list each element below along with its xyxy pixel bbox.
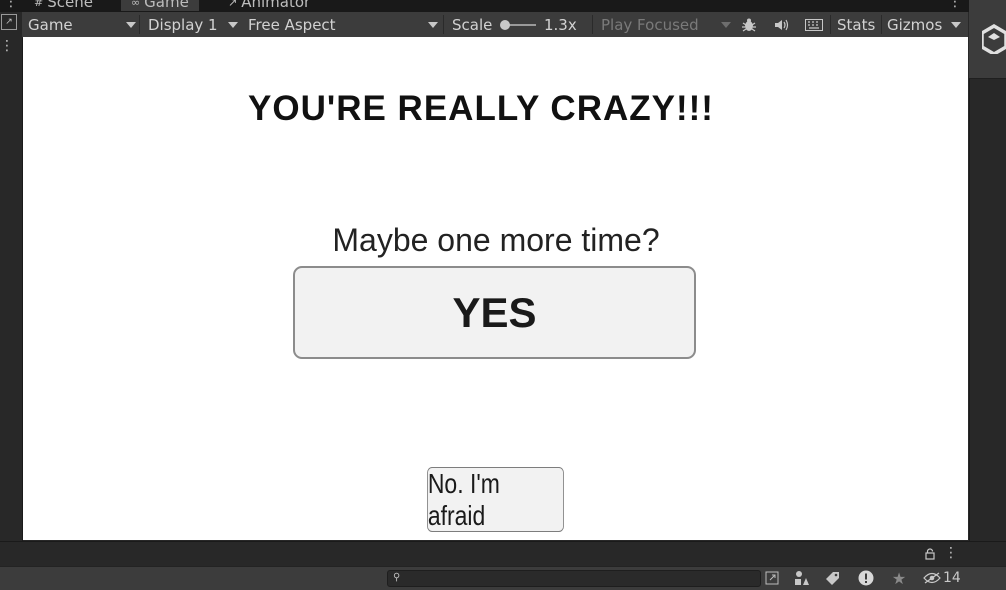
scale-slider[interactable] [500, 20, 537, 30]
aspect-label: Free Aspect [248, 15, 336, 34]
maximize-icon[interactable]: ↗ [1, 14, 17, 30]
aspect-dropdown[interactable]: Free Aspect [248, 12, 438, 37]
search-icon: ⚲ [393, 572, 401, 583]
gamepad-icon: ∞ [131, 0, 141, 9]
tab-menu-icon[interactable]: ⋮ [4, 0, 18, 10]
left-gutter: ↗ ⋮ [0, 12, 23, 541]
kebab-menu-icon[interactable]: ⋮ [0, 38, 14, 54]
gizmos-label: Gizmos [887, 15, 943, 34]
toolbar-divider [830, 15, 831, 34]
no-button[interactable]: No. I'm afraid [427, 467, 564, 532]
stats-button[interactable]: Stats [837, 12, 875, 37]
toolbar-divider [139, 15, 140, 34]
project-toolbar: ⚲ ★ 14 [0, 566, 1006, 590]
play-mode-label: Play Focused [601, 15, 699, 34]
label-tag-icon[interactable] [824, 569, 842, 587]
game-viewport[interactable]: YOU'RE REALLY CRAZY!!! Maybe one more ti… [23, 37, 968, 540]
scale-label: Scale [452, 15, 493, 34]
tab-game[interactable]: ∞ Game [121, 0, 199, 11]
warning-circle-icon[interactable] [857, 569, 875, 587]
display-label: Display 1 [148, 15, 218, 34]
tab-scene-label: Scene [47, 0, 93, 11]
lock-icon[interactable] [921, 545, 939, 563]
chevron-down-icon [721, 21, 731, 28]
animator-icon: ↗ [228, 0, 238, 9]
tab-animator-label: Animator [241, 0, 311, 11]
filter-by-type-icon[interactable] [793, 569, 811, 587]
game-toolbar: Game Display 1 Free Aspect Scale 1.3x Pl… [22, 12, 968, 38]
chevron-down-icon [228, 21, 238, 28]
editor-tab-strip: ⋮ # Scene ∞ Game ↗ Animator ⋮ [0, 0, 1006, 12]
tab-animator[interactable]: ↗ Animator [228, 0, 310, 11]
hidden-objects-toggle[interactable]: 14 [923, 569, 967, 587]
mode-label: Game [28, 15, 73, 34]
open-external-icon[interactable] [763, 569, 781, 587]
chevron-down-icon [126, 21, 136, 28]
chevron-down-icon [428, 21, 438, 28]
search-field[interactable]: ⚲ [387, 570, 761, 587]
mute-audio-icon[interactable] [770, 12, 792, 37]
favorite-star-icon[interactable]: ★ [890, 569, 908, 588]
game-headline: YOU'RE REALLY CRAZY!!! [248, 89, 714, 128]
toolbar-divider [881, 15, 882, 34]
bug-icon[interactable] [738, 12, 760, 37]
scale-value: 1.3x [544, 15, 577, 34]
keyboard-icon[interactable] [803, 12, 825, 37]
gizmos-dropdown[interactable] [948, 12, 964, 37]
display-dropdown[interactable]: Display 1 [148, 12, 238, 37]
game-question: Maybe one more time? [332, 222, 660, 258]
tab-scene[interactable]: # Scene [34, 0, 93, 11]
hidden-count: 14 [943, 570, 961, 586]
eye-hidden-icon [923, 572, 941, 584]
play-mode-dropdown[interactable]: Play Focused [601, 12, 731, 37]
panel-menu-icon[interactable]: ⋮ [948, 0, 962, 10]
inspector-strip [969, 0, 1006, 541]
yes-button[interactable]: YES [293, 266, 696, 359]
stats-label: Stats [837, 15, 876, 34]
unity-logo-panel [969, 0, 1006, 79]
kebab-menu-icon[interactable]: ⋮ [944, 544, 958, 562]
console-header: ⋮ [0, 541, 1006, 567]
tab-game-label: Game [144, 0, 189, 11]
toolbar-divider [443, 15, 444, 34]
scene-grid-icon: # [34, 0, 44, 9]
toolbar-divider [592, 15, 593, 34]
unity-logo-icon [980, 23, 1006, 57]
scale-slider-handle[interactable] [500, 20, 510, 30]
chevron-down-icon [951, 21, 961, 28]
gizmos-button[interactable]: Gizmos [887, 12, 942, 37]
mode-dropdown[interactable]: Game [28, 12, 136, 37]
